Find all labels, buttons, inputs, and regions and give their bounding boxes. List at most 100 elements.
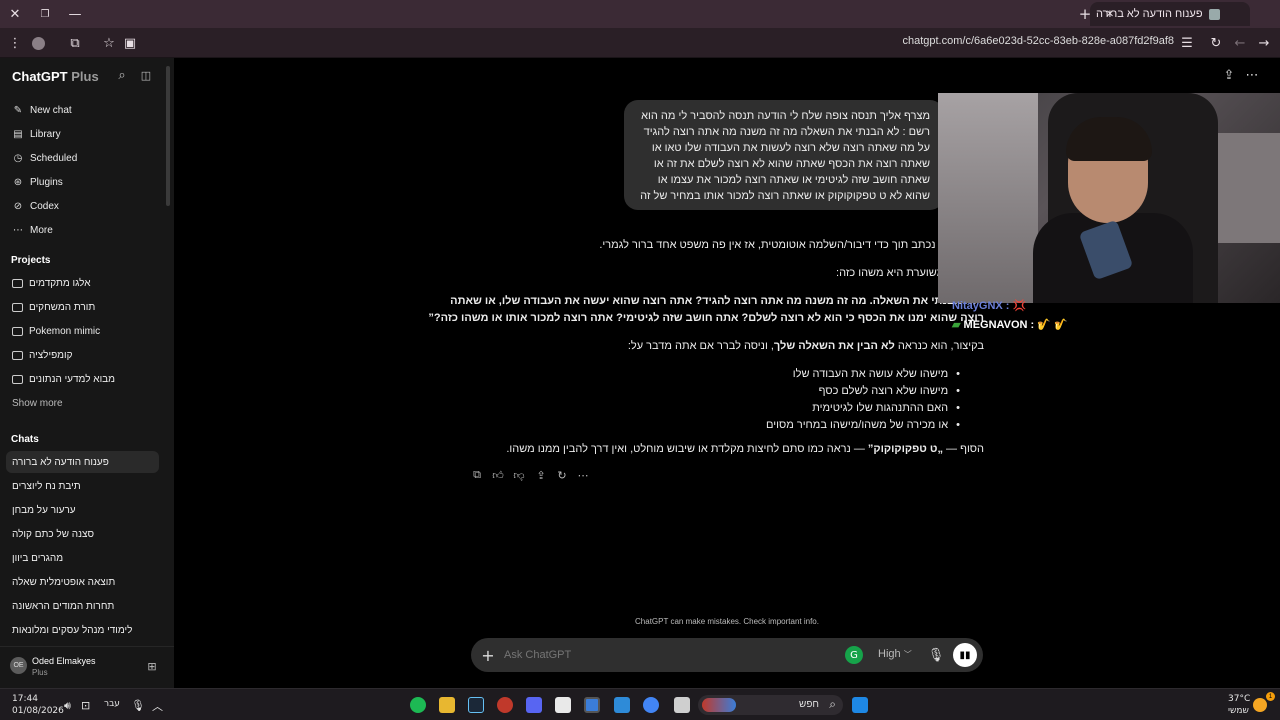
apps-icon[interactable]: ⊞ — [140, 654, 164, 678]
share-response-icon[interactable]: ⇪ — [534, 468, 548, 482]
browser-tab-bar: ✕ ❐ — + פענוח הודעה לא ברורה ✕ — [0, 0, 1280, 28]
search-icon[interactable]: ⌕ — [110, 63, 134, 87]
project-item[interactable]: Pokemon mimic — [6, 320, 159, 342]
user-profile[interactable]: OE Oded Elmakyes Plus ⊞ — [0, 646, 174, 688]
extensions-icon[interactable]: ⧉ — [63, 31, 87, 55]
taskbar-search[interactable]: חפש ⌕ — [698, 695, 843, 715]
restore-window-icon[interactable]: ❐ — [33, 2, 57, 26]
chat-item[interactable]: תיבת נח ליוצרים — [6, 475, 159, 497]
chrome-icon[interactable] — [643, 697, 659, 713]
clock-time[interactable]: 17:44 — [12, 694, 38, 704]
steam-icon[interactable] — [468, 697, 484, 713]
stream-chat-emoji: 💢 — [1012, 300, 1027, 312]
forward-icon[interactable]: ← — [1228, 31, 1252, 55]
project-item[interactable]: תורת המשחקים — [6, 296, 159, 318]
project-item[interactable]: אלגו מתקדמים — [6, 272, 159, 294]
project-label: תורת המשחקים — [29, 301, 96, 313]
sidebar-scrollbar[interactable] — [166, 66, 170, 206]
sidebar-item-label: Library — [30, 128, 61, 140]
chat-label: סצנה של כתם קולה — [12, 528, 95, 540]
user-message-bubble: מצרף אליך תנסה צופה שלח לי הודעה תנסה לה… — [624, 100, 944, 210]
mic-tray-icon[interactable]: 🎙︎ — [131, 699, 145, 712]
chat-item[interactable]: לימודי מנהל עסקים ומלונאות — [6, 619, 159, 641]
chat-item[interactable]: סצנה של כתם קולה — [6, 523, 159, 545]
show-more-link[interactable]: Show more — [6, 392, 159, 414]
start-grid-icon[interactable] — [614, 697, 630, 713]
sidebar-item-scheduled[interactable]: ◷ Scheduled — [6, 147, 159, 169]
folder-icon — [12, 278, 23, 288]
list-item: או מכירה של משהו/מישהו במחיר מסוים — [766, 419, 960, 431]
tray-expand-icon[interactable]: ︿ — [152, 698, 163, 714]
back-icon[interactable]: → — [1252, 31, 1276, 55]
file-explorer-icon[interactable] — [439, 697, 455, 713]
stream-chat-emoji: 🎷 🎷 — [1037, 319, 1068, 331]
network-icon[interactable]: ⊡ — [81, 699, 90, 712]
add-attachment-icon[interactable]: + — [476, 643, 500, 667]
app-icon[interactable] — [555, 697, 571, 713]
more-actions-icon[interactable]: ⋯ — [576, 468, 590, 482]
reload-icon[interactable]: ↻ — [1204, 31, 1228, 55]
clock-icon: ◷ — [13, 152, 23, 164]
grammarly-icon[interactable]: G — [845, 646, 863, 664]
sidebar-toggle-icon[interactable]: ◫ — [134, 63, 158, 87]
prompt-input[interactable] — [504, 646, 804, 664]
assistant-paragraph: נראה שזה נכתב תוך כדי דיבור/השלמה אוטומט… — [599, 239, 984, 251]
microphone-icon[interactable]: 🎙︎ — [924, 643, 948, 667]
site-settings-icon[interactable]: ☰ — [1175, 31, 1199, 55]
list-item: מישהו שלא עושה את העבודה שלו — [793, 368, 960, 380]
discord-icon[interactable] — [526, 697, 542, 713]
spotify-icon[interactable] — [410, 697, 426, 713]
webcam-overlay — [938, 93, 1280, 303]
plugins-icon: ⊛ — [13, 176, 23, 188]
project-item[interactable]: קומפילציה — [6, 344, 159, 366]
minimize-window-icon[interactable]: — — [63, 2, 87, 26]
chevron-down-icon: ﹀ — [903, 650, 912, 659]
close-tab-icon[interactable]: ✕ — [1098, 2, 1122, 26]
browser-app-icon[interactable] — [584, 697, 600, 713]
regenerate-icon[interactable]: ↻ — [555, 468, 569, 482]
sidebar-item-plugins[interactable]: ⊛ Plugins — [6, 171, 159, 193]
background-shelf — [938, 93, 1038, 303]
url-field[interactable]: chatgpt.com/c/6a6e023d-52cc-83eb-828e-a0… — [902, 35, 1174, 47]
weather-desc[interactable]: שמשי — [1228, 706, 1249, 716]
app-icon[interactable] — [674, 697, 690, 713]
menu-dots-icon[interactable]: ⋮ — [3, 31, 27, 55]
brand-title[interactable]: ChatGPT Plus — [12, 69, 99, 84]
chat-label: לימודי מנהל עסקים ומלונאות — [12, 624, 133, 636]
thumbs-down-icon[interactable]: 👎︎ — [512, 468, 526, 482]
sidebar-item-label: New chat — [30, 104, 72, 116]
sidebar-item-new-chat[interactable]: ✎ New chat — [6, 99, 159, 121]
voice-mode-icon[interactable]: ▮▮ — [953, 643, 977, 667]
chat-item[interactable]: מהגרים ביוון — [6, 547, 159, 569]
app-icon[interactable] — [497, 697, 513, 713]
project-item[interactable]: מבוא למדעי הנתונים — [6, 368, 159, 390]
language-indicator[interactable]: עבר — [104, 699, 120, 709]
close-window-icon[interactable]: ✕ — [3, 2, 27, 26]
sidebar-item-library[interactable]: ▤ Library — [6, 123, 159, 145]
assistant-quote: רוצה שהוא ימנו את הכסף כי הוא לא רוצה לש… — [428, 312, 984, 324]
clock-date[interactable]: 01/08/2026 — [12, 706, 64, 716]
sidebar-item-label: Scheduled — [30, 152, 78, 164]
more-options-icon[interactable]: ⋯ — [1240, 63, 1264, 87]
collections-icon[interactable]: ▣ — [118, 31, 142, 55]
weather-temp[interactable]: 37°C — [1228, 694, 1250, 704]
copy-icon[interactable]: ⧉ — [470, 468, 484, 482]
chat-item[interactable]: תחרות המודים הראשונה — [6, 595, 159, 617]
sidebar-item-codex[interactable]: ⊘ Codex — [6, 195, 159, 217]
chat-label: תיבת נח ליוצרים — [12, 480, 81, 492]
sidebar-item-label: Codex — [30, 200, 59, 212]
chat-item-active[interactable]: פענוח הודעה לא ברורה — [6, 451, 159, 473]
project-label: Pokemon mimic — [29, 325, 101, 337]
chat-item[interactable]: ערעור על מבחן — [6, 499, 159, 521]
model-selector[interactable]: High ﹀ — [878, 648, 912, 660]
share-icon[interactable]: ⇪ — [1217, 63, 1241, 87]
sidebar-item-more[interactable]: ⋯ More — [6, 219, 159, 241]
chat-item[interactable]: תוצאה אופטימלית שאלה — [6, 571, 159, 593]
profile-icon[interactable] — [26, 31, 50, 55]
volume-icon[interactable]: 🔊︎ — [64, 699, 71, 713]
thumbs-up-icon[interactable]: 👍︎ — [491, 468, 505, 482]
sidebar-item-label: More — [30, 224, 53, 236]
brand-name: ChatGPT — [12, 69, 68, 84]
weather-sun-icon[interactable] — [1253, 698, 1267, 712]
windows-start-icon[interactable] — [852, 697, 868, 713]
